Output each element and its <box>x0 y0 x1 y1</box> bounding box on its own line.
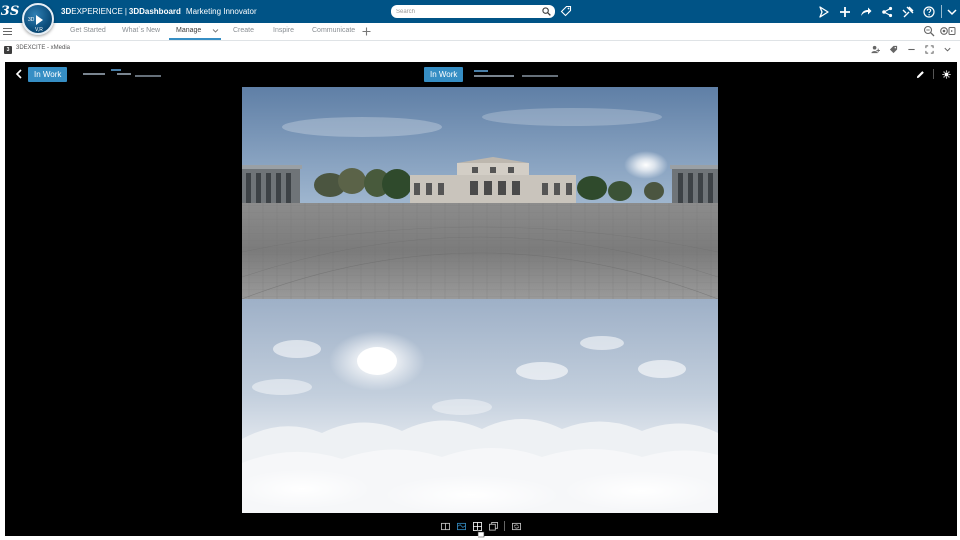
brand-experience: EXPERIENCE <box>71 7 123 16</box>
tag-edit-icon[interactable] <box>889 45 898 54</box>
tools-icon <box>902 6 913 17</box>
tab-whats-new[interactable]: What`s New <box>122 23 160 41</box>
search-icon[interactable] <box>542 7 551 16</box>
search-box <box>391 5 555 18</box>
panorama-artwork <box>242 87 718 513</box>
dassault-logo[interactable]: 3S <box>0 0 20 23</box>
xmedia-app-icon: 3 <box>4 46 12 54</box>
help-button[interactable] <box>918 0 939 23</box>
app-name: Marketing Innovator <box>185 7 257 16</box>
add-icon <box>839 6 850 17</box>
network-icon <box>881 6 892 17</box>
viewer-toolbar-divider <box>504 521 505 531</box>
blurred-asset-title-left <box>77 68 167 80</box>
brand-3d: 3D <box>61 7 72 16</box>
widget-options-icon[interactable] <box>940 25 956 37</box>
back-chevron-icon[interactable] <box>15 69 23 79</box>
tab-inspire[interactable]: Inspire <box>273 23 294 41</box>
tab-manage-chevron-icon[interactable] <box>212 27 219 34</box>
blurred-asset-title-center <box>472 68 562 80</box>
network-button[interactable] <box>876 0 897 23</box>
help-icon <box>922 5 935 18</box>
search-input[interactable] <box>396 5 536 18</box>
search-in-dashboard-icon[interactable] <box>923 25 935 37</box>
tab-communicate[interactable]: Communicate <box>312 23 355 41</box>
widget-actions <box>871 45 952 54</box>
compass-icon[interactable]: 3D V,R <box>22 3 54 35</box>
brand-separator: | <box>124 7 127 16</box>
single-view-button[interactable] <box>456 521 466 531</box>
tab-get-started[interactable]: Get Started <box>70 23 106 41</box>
tab-create[interactable]: Create <box>233 23 254 41</box>
widget-title: 3DEXCITE - xMedia <box>16 45 71 51</box>
tabbar-tools <box>923 25 956 37</box>
chevron-down-icon <box>947 8 957 15</box>
minimize-icon[interactable] <box>907 45 916 54</box>
viewer-top-tools <box>916 69 951 79</box>
collaboration-icon <box>818 5 829 18</box>
widget-header: 3 3DEXCITE - xMedia <box>0 41 960 61</box>
topbar-divider <box>941 5 942 18</box>
sync-view-button[interactable] <box>511 521 521 531</box>
add-button[interactable] <box>834 0 855 23</box>
viewer-tools-divider <box>933 69 934 79</box>
brand-dashboard: 3DDashboard <box>128 7 181 16</box>
share-icon <box>860 7 871 16</box>
brand-title: 3DEXPERIENCE | 3DDashboard Marketing Innova… <box>61 0 257 23</box>
widget-menu-chevron-icon[interactable] <box>943 45 952 54</box>
side-by-side-icon <box>440 522 450 530</box>
active-tab-indicator <box>169 38 221 40</box>
overlay-view-button[interactable] <box>488 521 498 531</box>
top-bar: 3S 3D V,R 3DEXPERIENCE | 3DDashboard Market… <box>0 0 960 35</box>
tag-icon[interactable] <box>560 5 572 17</box>
single-view-icon <box>456 522 466 530</box>
mouse-cursor-icon <box>477 530 485 538</box>
tools-button[interactable] <box>897 0 918 23</box>
panorama-cubemap-image[interactable] <box>242 87 718 513</box>
maximize-icon[interactable] <box>925 45 934 54</box>
compass-label-left: 3D <box>28 17 35 23</box>
collaboration-button[interactable] <box>813 0 834 23</box>
dashboard-tab-bar: Get Started What`s New Manage Create Ins… <box>0 23 960 41</box>
maturity-state-badge-center[interactable]: In Work <box>424 67 464 82</box>
share-user-icon[interactable] <box>871 45 880 54</box>
media-viewer: In Work In Work <box>5 62 957 538</box>
add-tab-icon[interactable] <box>362 27 371 36</box>
hamburger-menu-icon[interactable] <box>3 27 12 36</box>
profile-menu-button[interactable] <box>944 0 960 23</box>
compass-label-bottom: V,R <box>35 27 43 33</box>
sync-icon <box>511 522 521 530</box>
topbar-actions <box>813 0 960 23</box>
overlay-view-icon <box>488 521 498 531</box>
side-by-side-view-button[interactable] <box>440 521 450 531</box>
settings-gear-icon[interactable] <box>942 69 951 79</box>
edit-pencil-icon[interactable] <box>916 70 925 79</box>
maturity-state-badge-left[interactable]: In Work <box>28 67 68 82</box>
share-button[interactable] <box>855 0 876 23</box>
